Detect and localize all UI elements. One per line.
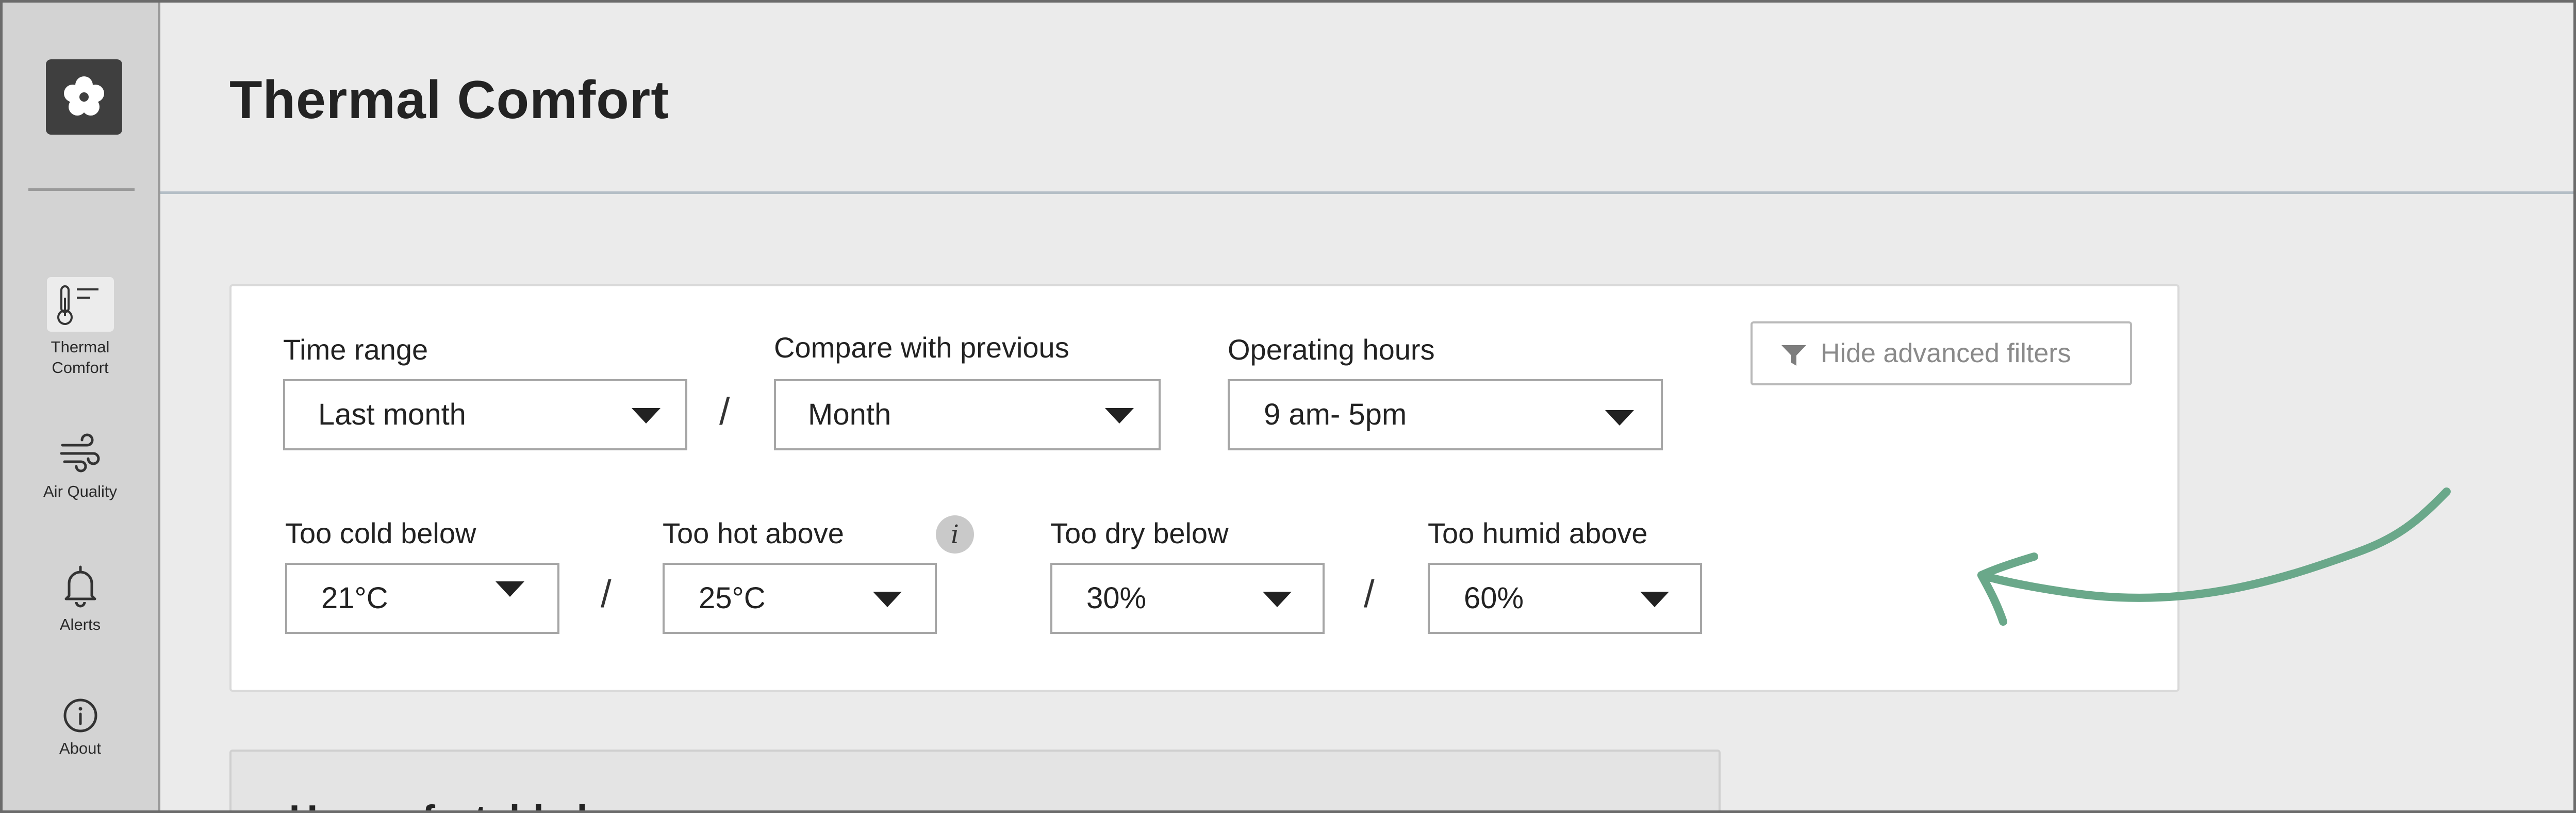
- sidebar-item-label: About: [59, 739, 101, 757]
- wind-icon: [60, 433, 100, 473]
- sidebar-item-alerts[interactable]: Alerts: [3, 565, 158, 635]
- chevron-down-icon: [1263, 592, 1292, 607]
- too-dry-value: 30%: [1086, 581, 1147, 615]
- sidebar-item-label: Thermal: [51, 338, 110, 356]
- hide-advanced-filters-label: Hide advanced filters: [1821, 338, 2071, 368]
- uncomfortable-hours-card: Uncomfortable h: [229, 750, 1721, 810]
- card-title: Uncomfortable h: [289, 797, 601, 810]
- annotation-arrow-icon: [1977, 487, 2451, 626]
- info-icon[interactable]: i: [936, 515, 974, 554]
- chevron-down-icon: [873, 592, 902, 607]
- too-cold-label: Too cold below: [285, 517, 476, 549]
- operating-hours-value: 9 am- 5pm: [1264, 398, 1407, 431]
- bell-icon: [64, 565, 96, 608]
- too-cold-select[interactable]: 21°C: [285, 563, 559, 634]
- chevron-down-icon: [1640, 592, 1669, 607]
- comfort-range-separator: /: [601, 573, 612, 615]
- time-range-value: Last month: [318, 398, 466, 431]
- filter-icon: [1781, 345, 1806, 366]
- sidebar-item-about[interactable]: About: [3, 696, 158, 759]
- too-humid-label: Too humid above: [1428, 517, 1648, 549]
- too-hot-value: 25°C: [699, 581, 766, 615]
- compare-select[interactable]: Month: [774, 379, 1161, 450]
- too-hot-label: Too hot above: [663, 517, 844, 549]
- sidebar-item-label: Comfort: [52, 359, 109, 377]
- too-humid-value: 60%: [1464, 581, 1524, 615]
- active-indicator: [46, 277, 114, 332]
- chevron-down-icon: [1105, 408, 1134, 424]
- app-frame: Thermal Comfort Air Quality Alerts About…: [0, 0, 2576, 813]
- operating-hours-label: Operating hours: [1228, 333, 1435, 366]
- page-header: Thermal Comfort: [160, 3, 2573, 194]
- sidebar: Thermal Comfort Air Quality Alerts About: [3, 3, 160, 810]
- sidebar-divider: [28, 188, 135, 191]
- sidebar-item-label: Air Quality: [43, 482, 117, 500]
- app-logo[interactable]: [46, 59, 122, 135]
- time-range-select[interactable]: Last month: [283, 379, 687, 450]
- info-icon: [63, 698, 97, 733]
- range-separator: /: [719, 390, 730, 433]
- sidebar-item-thermal-comfort[interactable]: Thermal Comfort: [3, 277, 158, 378]
- humidity-range-separator: /: [1364, 573, 1375, 615]
- too-humid-select[interactable]: 60%: [1428, 563, 1702, 634]
- compare-label: Compare with previous: [774, 331, 1069, 364]
- page-title: Thermal Comfort: [229, 70, 669, 130]
- chevron-down-icon: [632, 408, 660, 424]
- sidebar-item-air-quality[interactable]: Air Quality: [3, 433, 158, 502]
- time-range-label: Time range: [283, 333, 428, 366]
- sidebar-item-label: Alerts: [59, 615, 101, 633]
- compare-value: Month: [808, 398, 891, 431]
- too-hot-select[interactable]: 25°C: [663, 563, 937, 634]
- too-dry-select[interactable]: 30%: [1050, 563, 1325, 634]
- thermometer-icon: [57, 285, 98, 325]
- hide-advanced-filters-button[interactable]: Hide advanced filters: [1751, 321, 2132, 385]
- too-dry-label: Too dry below: [1050, 517, 1229, 549]
- chevron-down-icon: [496, 581, 524, 597]
- chevron-down-icon: [1605, 410, 1634, 426]
- flower-icon: [64, 76, 104, 116]
- too-cold-value: 21°C: [321, 581, 388, 615]
- operating-hours-select[interactable]: 9 am- 5pm: [1228, 379, 1663, 450]
